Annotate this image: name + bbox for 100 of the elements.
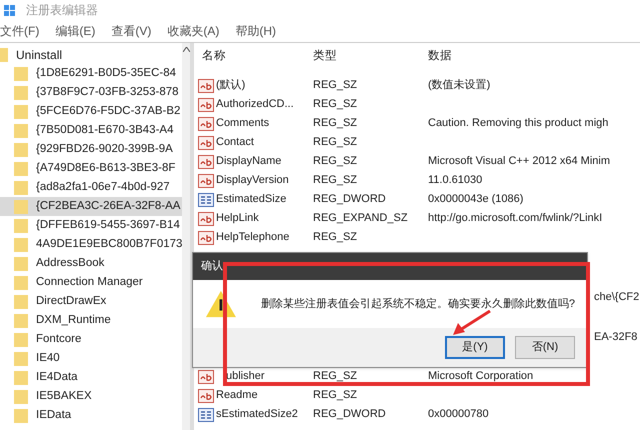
table-cell-text: EstimatedSize: [216, 192, 286, 208]
window-title: 注册表编辑器: [26, 2, 98, 19]
tree-item[interactable]: {929FBD26-9020-399B-9A: [0, 140, 182, 159]
folder-icon: [14, 66, 28, 82]
table-cell-text: 0x00000780: [428, 407, 489, 422]
tree-item[interactable]: {DFFEB619-5455-3697-B14: [0, 216, 182, 235]
tree-item[interactable]: Fontcore: [0, 330, 182, 349]
table-cell-text: Caution. Removing this product migh: [428, 116, 608, 132]
binary-value-icon: [198, 408, 214, 422]
tree-item[interactable]: {ad8a2fa1-06e7-4b0d-927: [0, 178, 182, 197]
dialog-button[interactable]: 否(N): [515, 336, 575, 359]
tree-item[interactable]: IEData: [0, 406, 182, 425]
folder-icon: [14, 236, 28, 252]
column-header[interactable]: 名称: [198, 48, 313, 66]
table-cell-text: sEstimatedSize2: [216, 407, 298, 422]
table-cell-text: REG_DWORD: [313, 407, 387, 422]
string-value-icon: [198, 78, 214, 92]
string-value-icon: [198, 174, 214, 188]
tree-item[interactable]: DirectDrawEx: [0, 292, 182, 311]
column-header[interactable]: 数据: [428, 48, 640, 66]
string-value-icon: [198, 230, 214, 244]
tree-item[interactable]: {37B8F9C7-03FB-3253-878: [0, 83, 182, 102]
registry-app-icon: [4, 3, 18, 17]
string-value-icon: [198, 98, 214, 112]
string-value-icon: [198, 136, 214, 150]
table-cell-text: Microsoft Corporation: [428, 369, 534, 384]
tree-item[interactable]: 4A9DE1E9EBC800B7F0173: [0, 235, 182, 254]
menu-item[interactable]: 收藏夹(A): [167, 22, 220, 40]
folder-icon: [14, 180, 28, 196]
dialog-button[interactable]: 是(Y): [445, 336, 505, 359]
tree-item[interactable]: AddressBook: [0, 254, 182, 273]
folder-icon: [14, 142, 28, 158]
table-cell-text: Microsoft Visual C++ 2012 x64 Minim: [428, 154, 610, 170]
tree-item[interactable]: IE4Data: [0, 368, 182, 387]
folder-icon: [14, 332, 28, 348]
folder-icon: [14, 408, 28, 424]
folder-icon: [14, 312, 28, 328]
table-cell-text: REG_SZ: [313, 135, 358, 150]
arrow-annotation: [452, 310, 492, 336]
table-cell-text: REG_SZ: [313, 78, 358, 94]
folder-icon: [14, 256, 28, 272]
folder-icon: [14, 104, 28, 120]
column-header[interactable]: 类型: [313, 48, 428, 66]
string-value-icon: [198, 370, 214, 384]
folder-icon: [14, 274, 28, 290]
table-cell-text: che\{CF2: [594, 290, 640, 305]
table-cell-text: DisplayName: [216, 154, 282, 170]
tree-item[interactable]: {1D8E6291-B0D5-35EC-84: [0, 64, 182, 83]
string-value-icon: [198, 212, 214, 226]
string-value-icon: [198, 116, 214, 130]
table-cell-text: Contact: [216, 135, 254, 150]
scroll-up-icon[interactable]: [182, 47, 190, 52]
table-cell-text: HelpLink: [216, 211, 259, 226]
menu-item[interactable]: 文件(F): [0, 22, 40, 40]
tree-item[interactable]: {7B50D081-E670-3B43-A4: [0, 121, 182, 140]
folder-icon: [14, 370, 28, 386]
table-cell-text: EA-32F8: [594, 330, 638, 345]
table-cell-text: 0x0000043e (1086): [428, 192, 524, 208]
table-cell-text: http://go.microsoft.com/fwlink/?LinkI: [428, 211, 602, 226]
table-cell-text: ublisher: [226, 369, 265, 384]
string-value-icon: [198, 154, 214, 168]
folder-icon: [14, 218, 28, 234]
folder-icon: [14, 84, 28, 100]
tree-item[interactable]: IE40: [0, 349, 182, 368]
table-cell-text: REG_SZ: [313, 116, 358, 132]
table-cell-text: REG_SZ: [313, 97, 358, 112]
table-cell-text: (数值未设置): [428, 78, 490, 94]
table-cell-text: HelpTelephone: [216, 230, 290, 246]
folder-icon: [14, 122, 28, 138]
table-cell-text: Comments: [216, 116, 270, 132]
tree-item[interactable]: IE5BAKEX: [0, 387, 182, 406]
dialog-title: 确认: [201, 259, 223, 274]
table-cell-text: Readme: [216, 388, 258, 404]
menu-item[interactable]: 编辑(E): [55, 22, 96, 40]
warning-icon: [205, 289, 237, 319]
scrollbar[interactable]: [182, 43, 190, 430]
binary-value-icon: [198, 192, 214, 206]
menu-item[interactable]: 帮助(H): [235, 22, 276, 40]
table-cell-text: REG_SZ: [313, 230, 358, 246]
tree-item[interactable]: Uninstall: [0, 45, 182, 64]
tree-item[interactable]: {CF2BEA3C-26EA-32F8-AA: [0, 197, 182, 216]
table-cell-text: REG_SZ: [313, 154, 358, 170]
string-value-icon: [198, 388, 214, 402]
tree-item[interactable]: Connection Manager: [0, 273, 182, 292]
folder-icon: [14, 160, 28, 176]
table-cell-text: REG_SZ: [313, 369, 358, 384]
table-cell-text: REG_EXPAND_SZ: [313, 211, 409, 226]
menu-item[interactable]: 查看(V): [111, 22, 152, 40]
table-cell-text: AuthorizedCD...: [216, 97, 294, 112]
table-cell-text: DisplayVersion: [216, 173, 289, 188]
folder-icon: [14, 294, 28, 310]
tree-item[interactable]: DXM_Runtime: [0, 311, 182, 330]
dialog-message: 删除某些注册表值会引起系统不稳定。确实要永久删除此数值吗?: [260, 296, 575, 312]
tree-item[interactable]: {5FCE6D76-F5DC-37AB-B2: [0, 102, 182, 121]
folder-icon: [14, 198, 28, 214]
folder-icon: [14, 350, 28, 366]
table-cell-text: (默认): [216, 78, 246, 94]
table-cell-text: REG_SZ: [313, 388, 358, 404]
table-cell-text: 11.0.61030: [428, 173, 482, 188]
tree-item[interactable]: {A749D8E6-B613-3BE3-8F: [0, 159, 182, 178]
